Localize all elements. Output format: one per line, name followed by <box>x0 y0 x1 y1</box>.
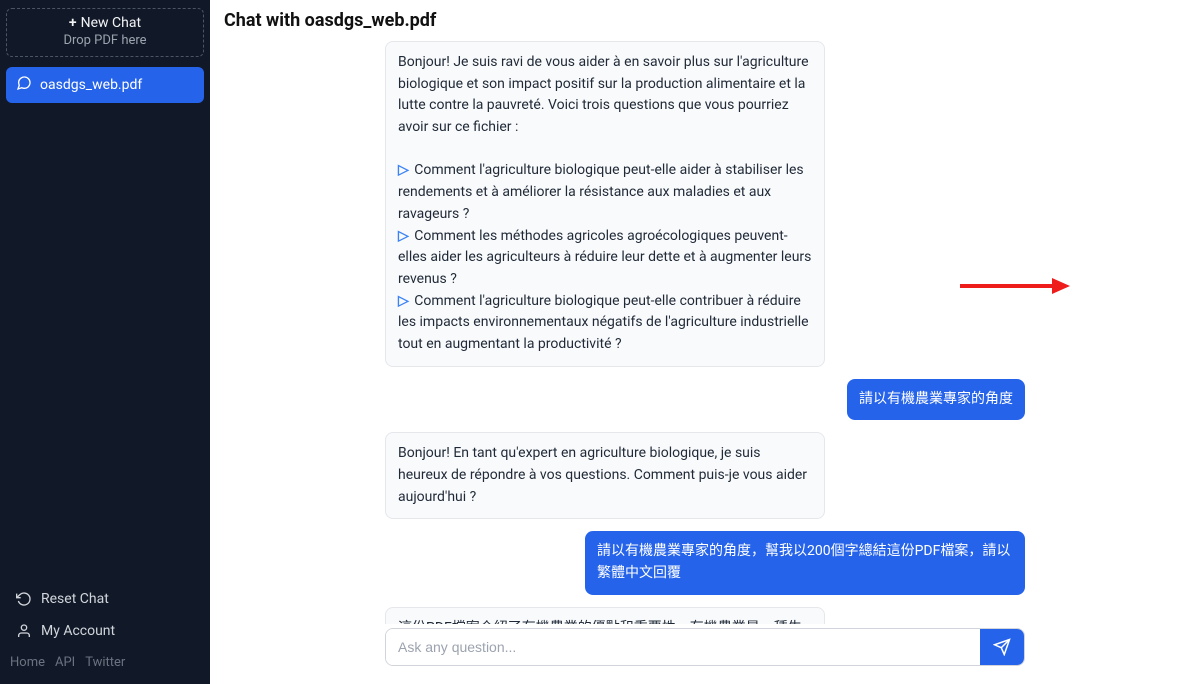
user-message: 請以有機農業專家的角度，幫我以200個字總結這份PDF檔案，請以繁體中文回覆 <box>585 531 1025 594</box>
assistant-message: Bonjour! Je suis ravi de vous aider à en… <box>385 41 825 367</box>
suggested-question[interactable]: Comment l'agriculture biologique peut-el… <box>398 162 804 221</box>
drop-pdf-hint: Drop PDF here <box>11 33 199 48</box>
reset-chat-label: Reset Chat <box>41 591 109 607</box>
assistant-message: 這份PDF檔案介紹了有機農業的優點和重要性。有機農業是一種生態友好的食品生產方式… <box>385 607 825 624</box>
sidebar-item-document[interactable]: oasdgs_web.pdf <box>6 67 204 103</box>
main-panel: Chat with oasdgs_web.pdf Bonjour! Je sui… <box>210 0 1200 684</box>
user-message: 請以有機農業專家的角度 <box>847 379 1025 421</box>
assistant-message: Bonjour! En tant qu'expert en agricultur… <box>385 432 825 519</box>
play-icon: ▷ <box>398 162 409 178</box>
plus-icon: + <box>69 15 77 31</box>
new-chat-button[interactable]: +New Chat Drop PDF here <box>6 8 204 57</box>
my-account-button[interactable]: My Account <box>6 615 204 647</box>
message-text: 請以有機農業專家的角度 <box>859 391 1013 407</box>
message-text: Bonjour! En tant qu'expert en agricultur… <box>398 445 807 504</box>
send-button[interactable] <box>980 629 1024 665</box>
play-icon: ▷ <box>398 293 409 309</box>
suggested-question[interactable]: Comment l'agriculture biologique peut-el… <box>398 293 809 352</box>
sidebar: +New Chat Drop PDF here oasdgs_web.pdf R… <box>0 0 210 684</box>
footer-link-api[interactable]: API <box>55 655 75 670</box>
document-name: oasdgs_web.pdf <box>40 77 142 93</box>
message-text: 請以有機農業專家的角度，幫我以200個字總結這份PDF檔案，請以繁體中文回覆 <box>597 543 1010 581</box>
chat-scroll[interactable]: Bonjour! Je suis ravi de vous aider à en… <box>210 37 1200 624</box>
reset-chat-button[interactable]: Reset Chat <box>6 583 204 615</box>
composer <box>210 624 1200 684</box>
suggested-question[interactable]: Comment les méthodes agricoles agroécolo… <box>398 228 811 287</box>
play-icon: ▷ <box>398 228 409 244</box>
message-text: Bonjour! Je suis ravi de vous aider à en… <box>398 54 809 135</box>
page-title: Chat with oasdgs_web.pdf <box>210 0 1200 37</box>
message-input[interactable] <box>386 629 980 665</box>
chat-bubble-icon <box>16 75 32 95</box>
footer-link-twitter[interactable]: Twitter <box>85 655 125 670</box>
my-account-label: My Account <box>41 623 115 639</box>
footer-link-home[interactable]: Home <box>10 655 45 670</box>
footer-links: Home API Twitter <box>6 647 204 684</box>
new-chat-label: New Chat <box>81 15 141 31</box>
